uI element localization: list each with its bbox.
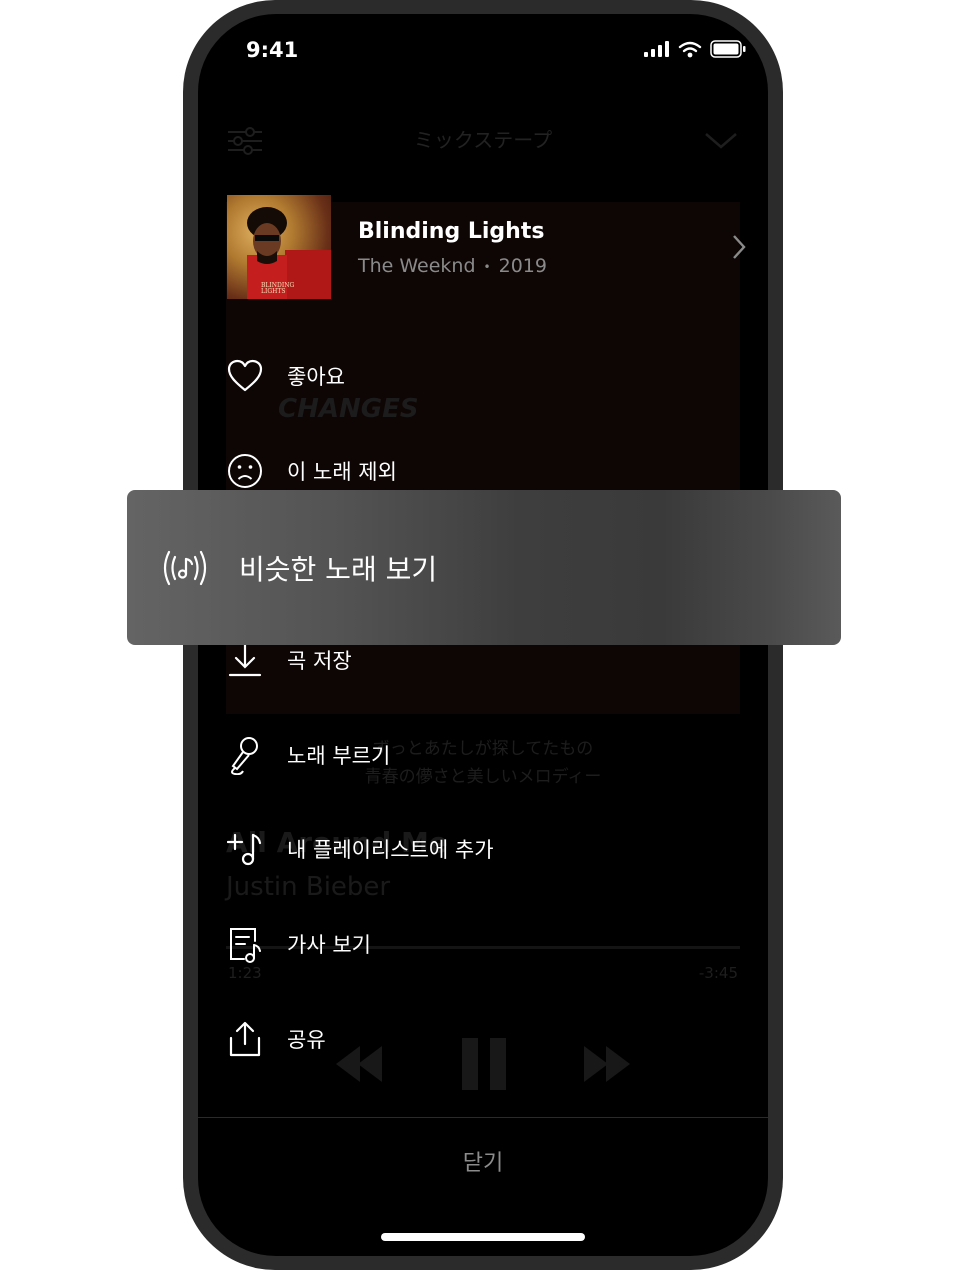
menu-item-add-playlist[interactable]: 내 플레이리스트에 추가 (227, 825, 494, 873)
menu-item-exclude[interactable]: 이 노래 제외 (227, 447, 397, 495)
background-controls (336, 1038, 630, 1090)
menu-item-lyrics[interactable]: 가사 보기 (227, 920, 371, 968)
background-remaining-time: -3:45 (698, 964, 738, 982)
heart-icon (227, 358, 263, 394)
status-icons (644, 40, 746, 58)
status-time: 9:41 (246, 38, 299, 62)
meta-separator: • (483, 259, 491, 274)
menu-item-similar-songs[interactable]: 비슷한 노래 보기 (127, 490, 841, 645)
battery-icon (710, 40, 746, 58)
album-cover: BLINDING LIGHTS (227, 195, 331, 299)
album-cover-text: BLINDING LIGHTS (261, 282, 295, 295)
song-meta: The Weeknd • 2019 (358, 255, 547, 277)
background-title: ミックステープ (413, 128, 553, 152)
menu-label-sing: 노래 부르기 (287, 744, 391, 768)
home-indicator[interactable] (381, 1233, 585, 1241)
add-music-icon (227, 831, 263, 867)
song-header[interactable]: BLINDING LIGHTS Blinding Lights The Week… (227, 195, 747, 299)
menu-label-lyrics: 가사 보기 (287, 933, 371, 957)
menu-item-like[interactable]: 좋아요 (227, 352, 345, 400)
menu-item-share[interactable]: 공유 (227, 1015, 326, 1063)
wifi-icon (678, 41, 702, 57)
sad-face-icon (227, 453, 263, 489)
close-divider (198, 1117, 768, 1118)
menu-label-similar: 비슷한 노래 보기 (239, 552, 438, 586)
signal-icon (644, 41, 669, 57)
song-title: Blinding Lights (358, 219, 545, 244)
download-icon (227, 642, 263, 678)
menu-label-add-playlist: 내 플레이리스트에 추가 (287, 838, 494, 862)
song-year: 2019 (498, 255, 547, 277)
chevron-right-icon[interactable] (731, 233, 747, 261)
background-artist: Justin Bieber (226, 872, 391, 902)
menu-label-exclude: 이 노래 제외 (287, 460, 397, 484)
similar-music-icon (161, 548, 209, 588)
microphone-icon (227, 737, 263, 775)
song-artist: The Weeknd (358, 255, 476, 277)
menu-label-share: 공유 (287, 1028, 326, 1052)
menu-label-like: 좋아요 (287, 365, 345, 389)
lyrics-icon (227, 926, 263, 963)
menu-item-sing[interactable]: 노래 부르기 (227, 731, 390, 779)
menu-label-save: 곡 저장 (287, 649, 352, 673)
chevron-down-icon (705, 133, 737, 149)
close-button[interactable]: 닫기 (198, 1145, 768, 1177)
share-icon (227, 1021, 263, 1057)
